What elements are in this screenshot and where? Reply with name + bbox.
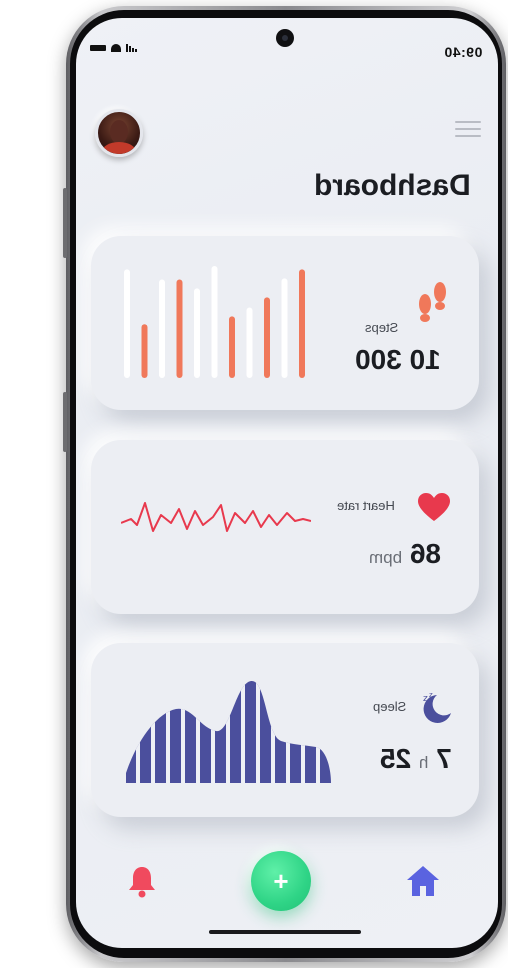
app-screen: 09:40 Dashboard Steps 10 300 Heart rate xyxy=(76,18,498,948)
svg-text:z: z xyxy=(429,691,433,699)
heart-rate-card[interactable]: Heart rate 86 bpm xyxy=(91,440,479,614)
steps-bar-white xyxy=(194,288,200,378)
steps-bar-orange xyxy=(176,279,183,378)
heart-icon xyxy=(418,493,450,521)
steps-bar-white xyxy=(281,278,288,378)
sleep-stripe xyxy=(151,680,155,783)
steps-value: 10 300 xyxy=(355,344,441,375)
heart-rate-waveform xyxy=(121,502,311,532)
sleep-stripe xyxy=(196,680,200,783)
sleep-hours-unit: h xyxy=(418,753,429,772)
steps-bar-white xyxy=(211,266,218,378)
sleep-stripe xyxy=(256,680,260,783)
steps-bar-white xyxy=(159,279,165,378)
steps-bar-white xyxy=(124,269,130,378)
steps-bar-orange xyxy=(229,316,235,378)
sleep-card[interactable]: z z Sleep 7 h 25 xyxy=(91,643,479,817)
svg-text:z: z xyxy=(423,694,428,704)
steps-bar-chart xyxy=(124,266,305,378)
home-icon[interactable] xyxy=(405,864,441,898)
sleep-stripe xyxy=(136,680,140,783)
sleep-minutes: 25 xyxy=(380,743,412,774)
footprints-icon xyxy=(419,282,446,322)
sleep-value: 7 h 25 xyxy=(380,743,452,775)
sleep-chart xyxy=(126,680,331,783)
steps-card[interactable]: Steps 10 300 xyxy=(91,236,479,410)
sleep-label: Sleep xyxy=(373,699,407,714)
heart-rate-label: Heart rate xyxy=(337,498,395,513)
sleep-stripe xyxy=(316,680,320,783)
home-indicator xyxy=(209,930,361,934)
signal-icon xyxy=(126,44,137,52)
sleep-stripe xyxy=(166,680,170,783)
steps-bar-orange xyxy=(264,297,270,378)
add-button[interactable]: + xyxy=(251,851,311,911)
steps-bar-orange xyxy=(141,324,148,378)
user-avatar[interactable] xyxy=(95,109,143,157)
avatar-shirt xyxy=(102,142,136,154)
status-bar: 09:40 xyxy=(90,44,484,60)
moon-zzz-icon: z z xyxy=(423,691,451,723)
steps-bar-white xyxy=(246,307,253,378)
sleep-stripe xyxy=(211,680,215,783)
page-title: Dashboard xyxy=(314,169,471,202)
avatar-face xyxy=(110,120,128,144)
steps-bar-orange xyxy=(299,269,305,378)
sleep-stripe xyxy=(226,680,230,783)
heart-rate-number: 86 xyxy=(409,538,442,569)
hamburger-menu-icon[interactable] xyxy=(455,121,481,137)
sleep-stripe xyxy=(301,680,305,783)
sleep-stripe xyxy=(271,680,275,783)
sleep-stripe xyxy=(286,680,290,783)
heart-rate-value: 86 bpm xyxy=(369,538,441,570)
wifi-icon xyxy=(111,44,121,52)
sleep-stripe xyxy=(181,680,185,783)
power-button xyxy=(63,392,67,452)
sleep-hours: 7 xyxy=(436,743,452,774)
battery-icon xyxy=(90,45,106,51)
volume-button xyxy=(63,188,67,258)
bell-icon[interactable] xyxy=(126,864,158,898)
sleep-stripe xyxy=(241,680,245,783)
status-time: 09:40 xyxy=(443,44,482,60)
steps-label: Steps xyxy=(365,320,399,335)
status-icons xyxy=(90,44,137,52)
heart-rate-unit: bpm xyxy=(369,548,403,567)
